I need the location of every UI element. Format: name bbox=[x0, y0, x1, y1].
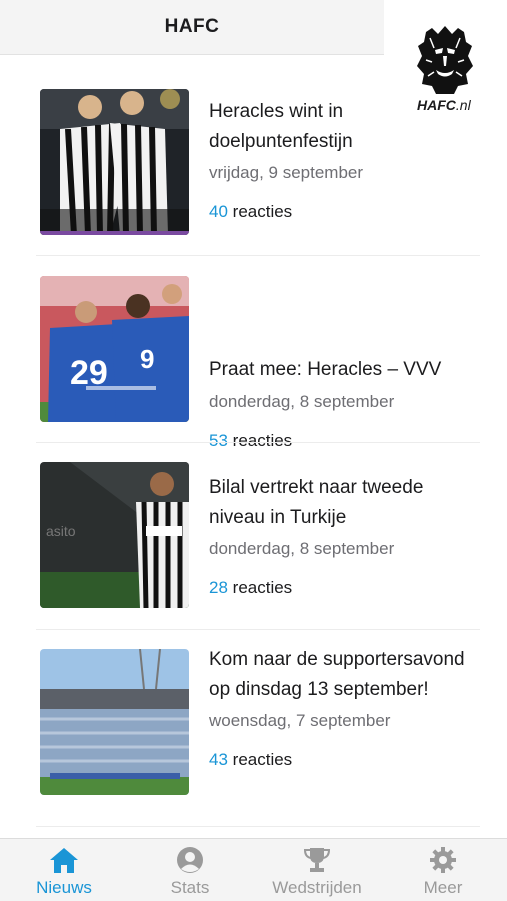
comment-count-label: reacties bbox=[232, 578, 293, 597]
article-thumbnail bbox=[40, 649, 189, 795]
news-item[interactable]: 29 9 Praat mee: Heracles – VVV donderdag… bbox=[0, 255, 507, 450]
tab-label: Meer bbox=[423, 878, 463, 897]
article-title[interactable]: Kom naar de supportersavond op dinsdag 1… bbox=[209, 645, 479, 704]
article-title[interactable]: Bilal vertrekt naar tweede niveau in Tur… bbox=[209, 473, 479, 532]
tab-label: Wedstrijden bbox=[272, 878, 362, 897]
person-icon bbox=[176, 845, 204, 875]
comment-count[interactable]: 43 reacties bbox=[209, 750, 479, 770]
article-title[interactable]: Heracles wint in doelpuntenfestijn bbox=[209, 97, 479, 156]
comment-count-label: reacties bbox=[232, 750, 293, 769]
article-date: vrijdag, 9 september bbox=[209, 163, 364, 182]
article-text: Heracles wint in doelpuntenfestijn vrijd… bbox=[209, 97, 479, 222]
news-item[interactable]: asito Bilal vertrekt naar tweede niveau … bbox=[0, 442, 507, 629]
comment-count-number: 28 bbox=[209, 578, 228, 597]
tab-wedstrijden[interactable]: Wedstrijden bbox=[257, 839, 377, 901]
comment-count-number: 40 bbox=[209, 202, 228, 221]
news-item[interactable]: Heracles wint in doelpuntenfestijn vrijd… bbox=[0, 55, 507, 255]
article-text: Kom naar de supportersavond op dinsdag 1… bbox=[209, 645, 479, 770]
tab-label: Stats bbox=[170, 878, 210, 897]
tab-stats[interactable]: Stats bbox=[140, 839, 240, 901]
article-date: donderdag, 8 september bbox=[209, 391, 395, 411]
article-date: donderdag, 8 september bbox=[209, 539, 395, 558]
article-thumbnail bbox=[40, 89, 189, 235]
home-icon bbox=[48, 845, 80, 875]
article-thumbnail: asito bbox=[40, 462, 189, 608]
article-date: woensdag, 7 september bbox=[209, 711, 391, 730]
article-text: Praat mee: Heracles – VVV donderdag, 8 s… bbox=[209, 355, 479, 451]
tab-label: Nieuws bbox=[36, 878, 92, 897]
page-title: HAFC bbox=[164, 16, 220, 37]
comment-count-label: reacties bbox=[232, 202, 293, 221]
comment-count-number: 43 bbox=[209, 750, 228, 769]
svg-text:9: 9 bbox=[140, 344, 154, 374]
svg-text:asito: asito bbox=[46, 523, 76, 539]
tab-bar: Nieuws Stats Wedstrijden Meer bbox=[0, 838, 507, 901]
gear-icon bbox=[429, 845, 457, 875]
app-header: HAFC bbox=[0, 0, 384, 55]
tab-nieuws[interactable]: Nieuws bbox=[14, 839, 114, 901]
article-text: Bilal vertrekt naar tweede niveau in Tur… bbox=[209, 473, 479, 598]
comment-count[interactable]: 40 reacties bbox=[209, 202, 479, 222]
article-thumbnail: 29 9 bbox=[40, 276, 189, 422]
comment-count[interactable]: 28 reacties bbox=[209, 578, 479, 598]
tab-meer[interactable]: Meer bbox=[393, 839, 493, 901]
divider bbox=[36, 826, 480, 827]
news-item[interactable]: Kom naar de supportersavond op dinsdag 1… bbox=[0, 629, 507, 829]
article-title[interactable]: Praat mee: Heracles – VVV bbox=[209, 355, 479, 385]
trophy-icon bbox=[302, 845, 332, 875]
